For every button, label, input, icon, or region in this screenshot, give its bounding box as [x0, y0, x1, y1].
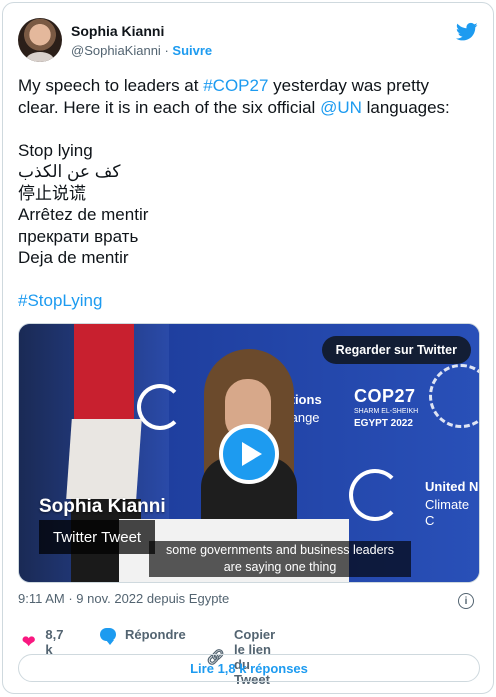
tweet-line-2: clear. Here it is in each of the six off…	[18, 97, 480, 119]
mention-un[interactable]: @UN	[320, 98, 362, 117]
backdrop-cop-country: EGYPT 2022	[354, 418, 413, 429]
language-russian: прекрати врать	[18, 226, 139, 246]
hashtag-stoplying[interactable]: #StopLying	[18, 290, 480, 312]
author-handle-row: @SophiaKianni · Suivre	[71, 43, 212, 58]
language-french: Arrêtez de mentir	[18, 205, 149, 224]
watch-on-twitter-button[interactable]: Regarder sur Twitter	[321, 336, 471, 364]
read-replies-button[interactable]: Lire 1,8 k réponses	[18, 654, 480, 682]
separator: ·	[164, 43, 169, 58]
text-segment: yesterday was pretty	[268, 76, 430, 95]
video-overlay-name: Sophia Kianni	[39, 496, 166, 517]
text-segment: clear. Here it is in each of the six off…	[18, 97, 321, 117]
flag-stripe-white	[66, 419, 142, 499]
tweet-line-1: My speech to leaders at #COP27 yesterday…	[18, 75, 480, 97]
backdrop-cop-location: SHARM EL-SHEIKH	[354, 408, 419, 415]
video-caption: some governments and business leaders ar…	[149, 541, 411, 577]
play-button[interactable]	[219, 424, 279, 484]
backdrop-text-united: United N	[425, 479, 479, 494]
video-player[interactable]: Nations Change COP27 SHARM EL-SHEIKH EGY…	[18, 323, 480, 583]
backdrop-text-climate: Climate C	[425, 497, 470, 528]
backdrop-cop27-logo: COP27	[354, 386, 416, 406]
language-chinese: 停止说谎	[18, 183, 86, 203]
info-icon[interactable]: i	[458, 593, 474, 609]
reply-button[interactable]: Répondre	[100, 627, 186, 645]
tweet-header: Sophia Kianni @SophiaKianni · Suivre	[18, 18, 478, 64]
hashtag-cop27[interactable]: #COP27	[203, 76, 268, 95]
caption-line-1: some governments and business leaders	[166, 543, 394, 557]
author-handle[interactable]: @SophiaKianni	[71, 43, 161, 58]
tweet-card: Sophia Kianni @SophiaKianni · Suivre My …	[2, 2, 494, 694]
heart-icon: ❤	[22, 634, 36, 651]
follow-button[interactable]: Suivre	[172, 43, 212, 58]
tweet-text: My speech to leaders at #COP27 yesterday…	[18, 75, 480, 312]
language-english: Stop lying	[18, 140, 93, 160]
text-segment: My speech to leaders at	[18, 76, 204, 95]
tweet-timestamp[interactable]: 9:11 AM · 9 nov. 2022 depuis Egypte	[18, 591, 229, 606]
video-overlay-title: Twitter Tweet	[39, 520, 156, 554]
un-emblem-icon	[349, 469, 401, 521]
text-segment: languages:	[361, 97, 450, 117]
avatar[interactable]	[18, 18, 62, 62]
reply-label: Répondre	[125, 627, 186, 642]
language-spanish: Deja de mentir	[18, 248, 129, 267]
play-icon	[241, 442, 262, 466]
author-name[interactable]: Sophia Kianni	[71, 23, 164, 39]
un-emblem-icon	[137, 384, 183, 430]
like-button[interactable]: ❤ 8,7 k	[22, 627, 63, 657]
flag-stripe-red	[74, 324, 134, 419]
like-count: 8,7 k	[45, 627, 64, 657]
twitter-bird-icon[interactable]	[456, 22, 478, 42]
caption-line-2: are saying one thing	[223, 560, 337, 574]
language-arabic: كف عن الكذب	[18, 162, 121, 181]
reply-icon	[100, 628, 116, 645]
